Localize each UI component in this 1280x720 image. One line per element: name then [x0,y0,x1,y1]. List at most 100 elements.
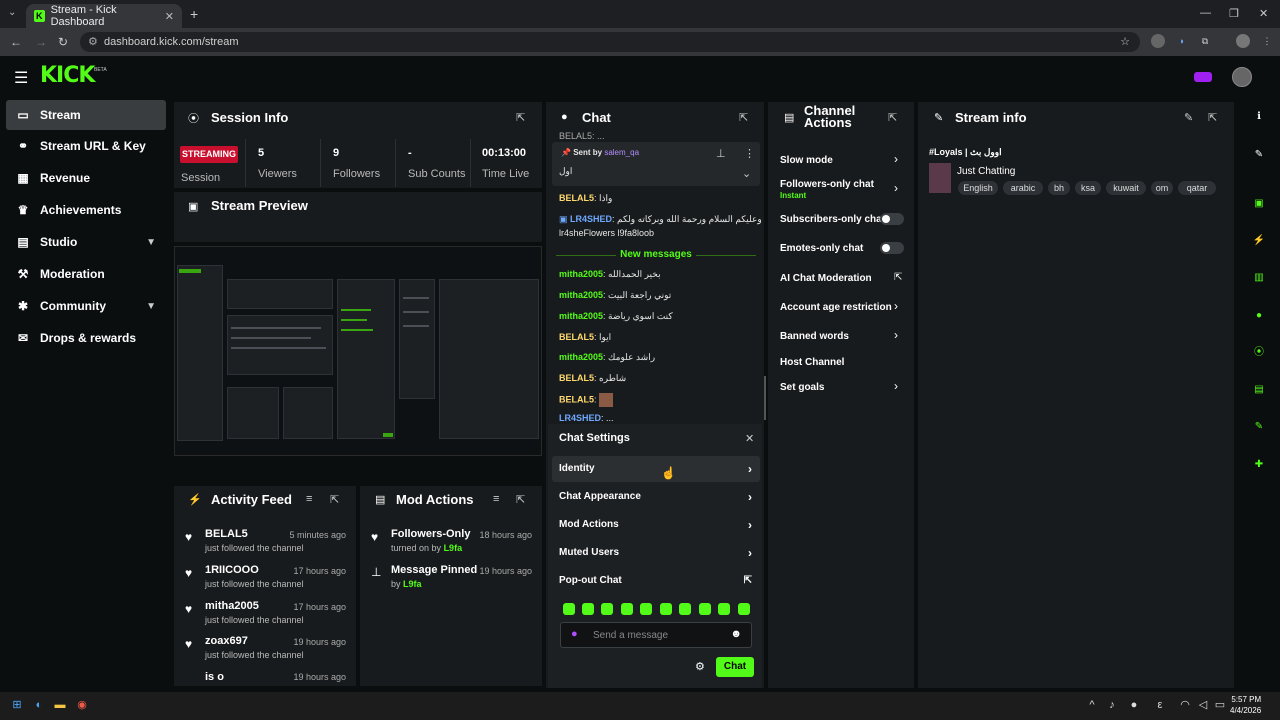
chevron-down-icon[interactable]: ▼ [146,301,156,312]
microphone-icon[interactable]: ● [571,628,578,640]
emote-icon[interactable] [563,603,575,615]
emotes-only-toggle[interactable] [880,242,904,254]
chat-icon[interactable]: ● [1250,307,1268,325]
channel-actions-icon[interactable]: ▤ [1250,381,1268,399]
stream-preview-video[interactable] [174,246,542,456]
popout-icon[interactable]: ⇱ [739,111,748,124]
chat-scrollbar[interactable] [764,376,766,420]
chevron-down-icon[interactable]: ▼ [146,237,156,248]
tag[interactable]: ksa [1075,181,1101,195]
maximize-icon[interactable]: ❐ [1229,7,1239,20]
chat-settings-popout[interactable]: Pop-out Chat ⇱ [552,568,760,594]
language-icon[interactable]: ε [1153,698,1167,712]
emote-icon[interactable] [660,603,672,615]
popout-icon[interactable]: ⇱ [516,111,525,124]
emote-icon[interactable] [640,603,652,615]
battery-icon[interactable]: ▭ [1213,698,1227,712]
translate-icon[interactable]: ◗ [1175,34,1189,48]
emote-icon[interactable] [718,603,730,615]
extension-icon[interactable] [1151,34,1165,48]
filter-icon[interactable]: ≡ [306,493,312,505]
tag[interactable]: qatar [1178,181,1216,195]
chrome-icon[interactable]: ◉ [75,698,89,712]
chevron-right-icon[interactable]: › [894,152,898,166]
tag[interactable]: kuwait [1106,181,1146,195]
edit-pencil-icon[interactable]: ✎ [1250,146,1268,164]
pin-icon[interactable]: ⊥ [716,147,726,160]
tag[interactable]: bh [1048,181,1070,195]
emote-icon[interactable] [621,603,633,615]
extensions-puzzle-icon[interactable]: ⧉ [1198,34,1212,48]
chevron-right-icon[interactable]: › [894,181,898,195]
popout-icon[interactable]: ⇱ [888,111,897,124]
minimize-icon[interactable]: — [1200,7,1211,19]
chevron-right-icon[interactable]: › [894,379,898,393]
camera-icon[interactable]: ▣ [1250,195,1268,213]
sidebar-item-studio[interactable]: ▤ Studio ▼ [6,227,166,257]
slow-mode-item[interactable]: Slow mode [780,155,833,166]
popout-icon[interactable]: ⇱ [1208,111,1217,124]
kick-logo[interactable]: KICK [40,63,95,88]
sidebar-item-stream-url-key[interactable]: ⚭ Stream URL & Key [6,131,166,161]
browser-tab[interactable]: K Stream - Kick Dashboard ✕ [26,4,182,28]
volume-icon[interactable]: ♪ [1105,698,1119,712]
close-icon[interactable]: ✕ [745,432,754,445]
menu-dots-icon[interactable]: ⋮ [1260,34,1274,48]
chevron-right-icon[interactable]: › [894,328,898,342]
filter-icon[interactable]: ≡ [493,493,499,505]
edge-browser-icon[interactable]: ◐ [32,698,46,712]
popout-icon[interactable]: ⇱ [516,493,525,506]
forward-icon[interactable]: → [35,35,47,49]
tag[interactable]: arabic [1003,181,1043,195]
wrench-icon[interactable]: ✎ [1250,418,1268,436]
popout-icon[interactable]: ⇱ [330,493,339,506]
emote-icon[interactable] [582,603,594,615]
more-options-icon[interactable]: ⋮ [744,147,755,160]
broadcast-icon[interactable]: ⦿ [1250,344,1268,362]
emote-icon[interactable] [601,603,613,615]
url-field[interactable]: ⚙ dashboard.kick.com/stream ☆ [80,32,1140,52]
sidebar-item-stream[interactable]: ▭ Stream [6,100,166,130]
close-tab-icon[interactable]: ✕ [165,10,174,23]
sidebar-item-achievements[interactable]: ♛ Achievements [6,195,166,225]
host-channel-item[interactable]: Host Channel [780,357,844,368]
followers-only-item[interactable]: Followers-only chat [780,179,874,190]
speaker-icon[interactable]: ◁ [1196,698,1210,712]
chat-settings-muted-users[interactable]: Muted Users › [552,540,760,566]
account-age-item[interactable]: Account age restriction [780,302,892,313]
info-icon[interactable]: ℹ [1250,108,1268,126]
tag[interactable]: English [958,181,998,195]
chevron-right-icon[interactable]: › [894,299,898,313]
hamburger-menu-icon[interactable]: ☰ [14,68,28,88]
file-explorer-icon[interactable]: ▬ [53,698,67,712]
user-avatar[interactable] [1232,67,1252,87]
microphone-icon[interactable]: ● [1127,698,1141,712]
chat-settings-identity[interactable]: Identity › [552,456,760,482]
add-widget-icon[interactable]: ✚ [1250,456,1268,474]
site-info-icon[interactable]: ⚙ [88,32,98,52]
sidebar-item-moderation[interactable]: ⚒ Moderation [6,259,166,289]
settings-gear-icon[interactable]: ⚙ [695,660,705,673]
sidebar-item-revenue[interactable]: ▦ Revenue [6,163,166,193]
windows-start-icon[interactable]: ⊞ [10,698,24,712]
set-goals-item[interactable]: Set goals [780,382,824,393]
reload-icon[interactable]: ↻ [58,35,68,49]
tray-chevron-icon[interactable]: ^ [1085,698,1099,712]
banned-words-item[interactable]: Banned words [780,331,849,342]
sidebar-item-drops-rewards[interactable]: ✉ Drops & rewards [6,323,166,353]
subscribers-only-toggle[interactable] [880,213,904,225]
sidebar-item-community[interactable]: ✱ Community ▼ [6,291,166,321]
tab-list-icon[interactable]: ⌄ [8,7,16,18]
shield-icon[interactable]: ▥ [1250,269,1268,287]
profile-avatar-icon[interactable] [1236,34,1250,48]
system-clock[interactable]: 5:57 PM 4/4/2026 [1230,694,1261,716]
send-chat-button[interactable]: Chat [716,657,754,677]
chat-settings-mod-actions[interactable]: Mod Actions › [552,512,760,538]
emoji-icon[interactable]: ☻ [730,628,742,640]
new-tab-icon[interactable]: + [190,6,198,22]
message-input[interactable]: ● Send a message ☻ [560,622,752,648]
bookmark-star-icon[interactable]: ☆ [1120,32,1130,52]
new-messages-divider[interactable]: New messages [554,249,758,260]
chevron-down-icon[interactable]: ⌄ [742,167,751,180]
emote-icon[interactable] [738,603,750,615]
